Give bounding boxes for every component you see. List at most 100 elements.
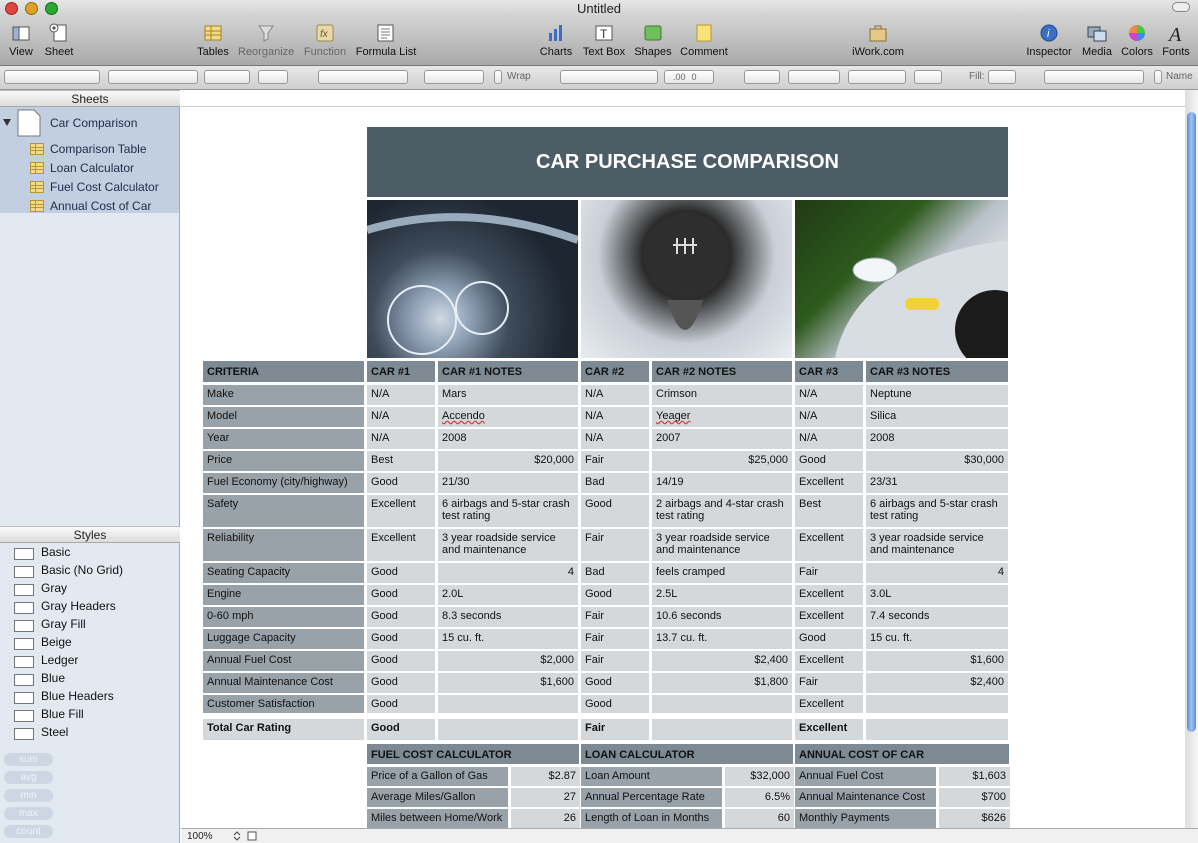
formula-list-button[interactable]: Formula List	[355, 22, 417, 64]
tables-button[interactable]: Tables	[196, 22, 230, 64]
total-row-cell[interactable]	[652, 719, 792, 740]
function-button[interactable]: fx Function	[302, 22, 348, 64]
table-cell[interactable]: Excellent	[795, 585, 863, 605]
table-cell[interactable]: $20,000	[438, 451, 578, 471]
column-header[interactable]: CAR #3	[795, 361, 863, 382]
table-cell[interactable]: Good	[795, 629, 863, 649]
criteria-cell[interactable]: Seating Capacity	[203, 563, 364, 583]
table-cell[interactable]: 2008	[438, 429, 578, 449]
table-cell[interactable]: N/A	[581, 385, 649, 405]
style-item[interactable]: Gray Fill	[41, 617, 86, 631]
style-item[interactable]: Gray Headers	[41, 599, 116, 613]
style-item[interactable]: Gray	[41, 581, 67, 595]
name-checkbox[interactable]	[1154, 70, 1162, 84]
border-color-select[interactable]	[848, 70, 906, 84]
table-cell[interactable]: Mars	[438, 385, 578, 405]
table-cell[interactable]: Accendo	[438, 407, 578, 427]
column-header[interactable]: CRITERIA	[203, 361, 364, 382]
criteria-cell[interactable]: 0-60 mph	[203, 607, 364, 627]
calc-value[interactable]: 27	[511, 788, 580, 807]
style-item[interactable]: Ledger	[41, 653, 78, 667]
border-color-well[interactable]	[914, 70, 942, 84]
table-cell[interactable]: N/A	[367, 429, 435, 449]
table-cell[interactable]: Fair	[581, 629, 649, 649]
function-max-button[interactable]: max	[4, 807, 53, 820]
table-cell[interactable]: Excellent	[795, 651, 863, 671]
shapes-button[interactable]: Shapes	[634, 22, 672, 64]
table-cell[interactable]: N/A	[795, 385, 863, 405]
table-cell[interactable]: Good	[367, 695, 435, 713]
criteria-cell[interactable]: Annual Maintenance Cost	[203, 673, 364, 693]
table-cell[interactable]: Excellent	[367, 495, 435, 527]
alignment-buttons[interactable]	[318, 70, 408, 84]
table-cell[interactable]: 2.5L	[652, 585, 792, 605]
page-view-icon[interactable]	[247, 831, 257, 841]
zoom-level[interactable]: 100%	[187, 831, 213, 842]
zoom-stepper-icon[interactable]	[233, 831, 241, 841]
border-style-select[interactable]	[744, 70, 780, 84]
table-cell[interactable]	[866, 695, 1008, 713]
table-cell[interactable]: N/A	[795, 407, 863, 427]
criteria-cell[interactable]: Customer Satisfaction	[203, 695, 364, 713]
table-cell[interactable]: 4	[438, 563, 578, 583]
criteria-cell[interactable]: Model	[203, 407, 364, 427]
table-cell[interactable]: Bad	[581, 473, 649, 493]
table-cell[interactable]	[438, 695, 578, 713]
style-item[interactable]: Beige	[41, 635, 72, 649]
fuel-calc-title[interactable]: FUEL COST CALCULATOR	[367, 744, 579, 764]
text-color-well[interactable]	[258, 70, 288, 84]
table-cell[interactable]: N/A	[367, 385, 435, 405]
table-cell[interactable]: Excellent	[795, 529, 863, 561]
wrap-checkbox[interactable]	[494, 70, 502, 84]
column-header[interactable]: CAR #3 NOTES	[866, 361, 1008, 382]
total-row-cell[interactable]	[438, 719, 578, 740]
function-avg-button[interactable]: avg	[4, 771, 53, 784]
number-format-buttons[interactable]	[560, 70, 658, 84]
table-cell[interactable]: Good	[367, 563, 435, 583]
calc-value[interactable]: 60	[725, 809, 794, 828]
table-cell[interactable]: 3 year roadside service and maintenance	[652, 529, 792, 561]
paragraph-style-select[interactable]	[4, 70, 100, 84]
table-cell[interactable]: Bad	[581, 563, 649, 583]
loan-calc-title[interactable]: LOAN CALCULATOR	[581, 744, 793, 764]
table-cell[interactable]: 10.6 seconds	[652, 607, 792, 627]
colors-button[interactable]: Colors	[1121, 22, 1153, 64]
table-cell[interactable]: $1,600	[438, 673, 578, 693]
table-cell[interactable]: Excellent	[795, 607, 863, 627]
table-cell[interactable]: feels cramped	[652, 563, 792, 583]
vertical-alignment-buttons[interactable]	[424, 70, 484, 84]
iwork-button[interactable]: iWork.com	[850, 22, 906, 64]
charts-button[interactable]: Charts	[539, 22, 573, 64]
scroll-thumb[interactable]	[1187, 112, 1196, 732]
table-cell[interactable]: Good	[581, 695, 649, 713]
table-cell[interactable]: Fair	[581, 451, 649, 471]
function-count-button[interactable]: count	[4, 825, 53, 838]
view-button[interactable]: View	[6, 22, 36, 64]
text-box-button[interactable]: T Text Box	[581, 22, 627, 64]
table-cell[interactable]: Good	[367, 651, 435, 671]
style-item[interactable]: Blue Fill	[41, 707, 84, 721]
table-cell[interactable]: 21/30	[438, 473, 578, 493]
sidebar-table-comparison[interactable]: Comparison Table	[50, 142, 147, 156]
table-cell[interactable]: Good	[367, 629, 435, 649]
calc-value[interactable]: 6.5%	[725, 788, 794, 807]
function-min-button[interactable]: min	[4, 789, 53, 802]
font-size-select[interactable]	[204, 70, 250, 84]
table-cell[interactable]: Good	[367, 607, 435, 627]
fill-color-well[interactable]	[988, 70, 1016, 84]
table-cell[interactable]: Good	[367, 673, 435, 693]
table-cell[interactable]: 8.3 seconds	[438, 607, 578, 627]
table-cell[interactable]: Excellent	[795, 695, 863, 713]
table-cell[interactable]: 6 airbags and 5-star crash test rating	[438, 495, 578, 527]
table-cell[interactable]: 15 cu. ft.	[866, 629, 1008, 649]
table-cell[interactable]: Fair	[581, 651, 649, 671]
border-width-select[interactable]	[788, 70, 840, 84]
sheet-button[interactable]: Sheet	[44, 22, 74, 64]
font-family-select[interactable]	[108, 70, 198, 84]
table-cell[interactable]: 14/19	[652, 473, 792, 493]
table-cell[interactable]: 3 year roadside service and maintenance	[866, 529, 1008, 561]
table-cell[interactable]: 2.0L	[438, 585, 578, 605]
calc-value[interactable]: 26	[511, 809, 580, 828]
table-cell[interactable]: 15 cu. ft.	[438, 629, 578, 649]
table-cell[interactable]: 2 airbags and 4-star crash test rating	[652, 495, 792, 527]
